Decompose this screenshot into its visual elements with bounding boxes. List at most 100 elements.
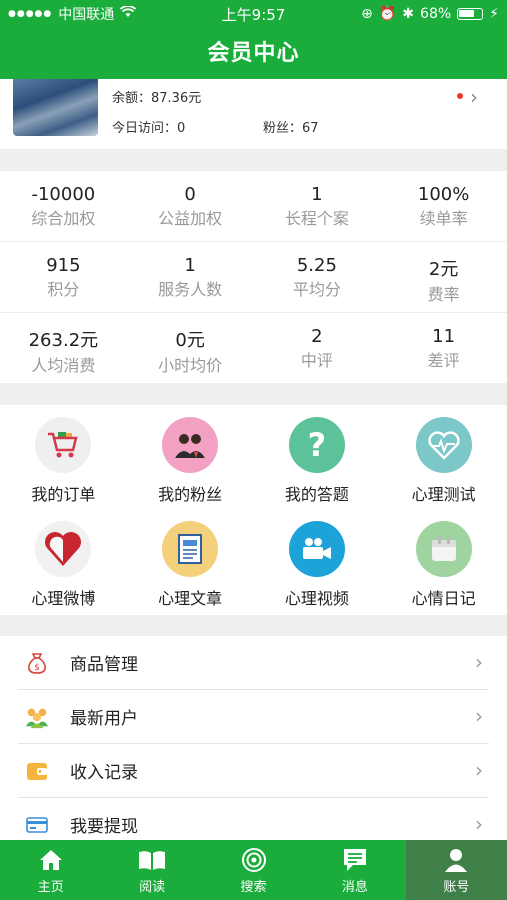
tab-account[interactable]: 账号 [405,840,507,900]
svg-text:$: $ [34,663,40,673]
wallet-icon [24,758,50,784]
grid-label: 心理微博 [31,589,96,608]
stat-item: 915 积分 [0,242,127,312]
page-title: 会员中心 [207,41,300,66]
question-icon: ? [288,417,345,473]
notification-dot [457,93,463,99]
stat-value: 1 [311,184,323,205]
list-item-income-records[interactable]: 收入记录 › [18,744,489,798]
heart-pulse-icon [415,417,472,473]
money-bag-icon: $ [24,650,50,676]
stat-item: 2 中评 [254,313,381,384]
grid-label: 心情日记 [411,589,476,608]
grid-label: 我的答题 [284,485,349,504]
diary-icon [415,521,472,577]
avatar[interactable] [13,79,98,136]
stat-item: 0 公益加权 [127,171,254,241]
tab-bar: 主页 阅读 搜索 消息 账号 [0,840,507,900]
stat-label: 服务人数 [158,280,223,299]
stat-label: 续单率 [419,209,468,228]
feature-grid: 我的订单 我的粉丝 ? 我的答题 心理测试 心理微博 心理文章 心理视频 心情日… [0,405,507,615]
grid-label: 我的订单 [31,485,96,504]
article-icon [162,521,219,577]
grid-label: 我的粉丝 [158,485,223,504]
stats-row: 263.2元 人均消费 0元 小时均价 2 中评 11 差评 [0,313,507,384]
list-item-new-users[interactable]: 最新用户 › [18,690,489,744]
account-icon [406,846,507,874]
grid-item-my-answers[interactable]: ? 我的答题 [254,405,381,509]
list-item-product-management[interactable]: $ 商品管理 › [18,636,489,690]
list-label: 商品管理 [70,655,138,675]
stat-value: -10000 [31,184,96,205]
tab-label: 主页 [37,880,64,895]
stat-value: 2 [311,326,323,347]
tab-label: 搜索 [240,880,267,895]
grid-label: 心理测试 [411,485,476,504]
stat-item: 5.25 平均分 [254,242,381,312]
tab-label: 账号 [443,880,470,895]
stat-item: -10000 综合加权 [0,171,127,241]
stat-label: 差评 [427,351,460,370]
grid-item-my-fans[interactable]: 我的粉丝 [127,405,254,509]
profile-card[interactable]: 余额：87.36元 今日访问：0 粉丝：67 › [0,79,507,149]
chevron-right-icon[interactable]: › [470,85,478,109]
stat-value: 1 [184,255,196,276]
grid-item-psych-test[interactable]: 心理测试 [380,405,507,509]
stat-item: 263.2元 人均消费 [0,313,127,384]
grid-label: 心理视频 [284,589,349,608]
stat-value: 100% [417,184,470,205]
fans-label: 粉丝：67 [263,121,319,136]
tab-messages[interactable]: 消息 [304,840,405,900]
grid-item-psych-weibo[interactable]: 心理微博 [0,509,127,613]
radar-icon [203,846,304,874]
stat-item: 100% 续单率 [380,171,507,241]
tab-home[interactable]: 主页 [0,840,101,900]
stats-row: -10000 综合加权 0 公益加权 1 长程个案 100% 续单率 [0,171,507,242]
battery-percent: 68% [420,5,452,22]
tab-read[interactable]: 阅读 [101,840,202,900]
stat-value: 11 [432,326,456,347]
stat-label: 费率 [427,285,460,304]
list-label: 我要提现 [70,817,138,837]
grid-item-my-orders[interactable]: 我的订单 [0,405,127,509]
stats-panel: -10000 综合加权 0 公益加权 1 长程个案 100% 续单率 915 积分 1 服务… [0,171,507,383]
card-icon [24,812,50,838]
video-camera-icon [288,521,345,577]
stat-label: 人均消费 [31,356,96,375]
status-bar: ●●●●● 中国联通 上午9:57 ⊕ ⏰ ✱ 68% ⚡ [0,0,507,27]
chevron-right-icon: › [475,812,483,836]
tab-label: 消息 [341,880,368,895]
stat-item: 2元费率 [380,242,507,312]
grid-item-mood-diary[interactable]: 心情日记 [380,509,507,613]
grid-item-psych-video[interactable]: 心理视频 [254,509,381,613]
tab-search[interactable]: 搜索 [203,840,304,900]
list-item-withdraw[interactable]: 我要提现 › [18,798,489,840]
stat-label: 公益加权 [158,209,223,228]
message-icon [304,846,405,874]
stat-label: 中评 [300,351,333,370]
stat-value: 263.2元 [28,330,99,351]
heart-icon [35,521,92,577]
charging-icon: ⚡ [489,5,499,22]
chevron-right-icon: › [475,650,483,674]
stat-value: 0元 [175,330,205,351]
grid-item-psych-articles[interactable]: 心理文章 [127,509,254,613]
users-icon [24,704,50,730]
stat-item: 0元 小时均价 [127,313,254,384]
carrier-label: 中国联通 [58,6,115,23]
stat-item: 1 长程个案 [254,171,381,241]
bluetooth-icon: ✱ [402,5,415,22]
stat-value: 2元 [428,259,459,280]
app-header: ●●●●● 中国联通 上午9:57 ⊕ ⏰ ✱ 68% ⚡ 会员中心 [0,0,507,79]
stat-label: 平均分 [292,280,341,299]
chevron-right-icon: › [475,758,483,782]
stat-item: 11 差评 [380,313,507,384]
battery-icon [457,7,484,20]
chevron-right-icon: › [475,704,483,728]
fans-icon [162,417,219,473]
alarm-icon: ⏰ [378,5,397,22]
menu-list: $ 商品管理 › 最新用户 › 收入记录 › 我要提现 › [0,636,507,840]
book-icon [101,846,202,874]
wifi-icon [120,4,137,22]
list-label: 最新用户 [70,709,138,729]
